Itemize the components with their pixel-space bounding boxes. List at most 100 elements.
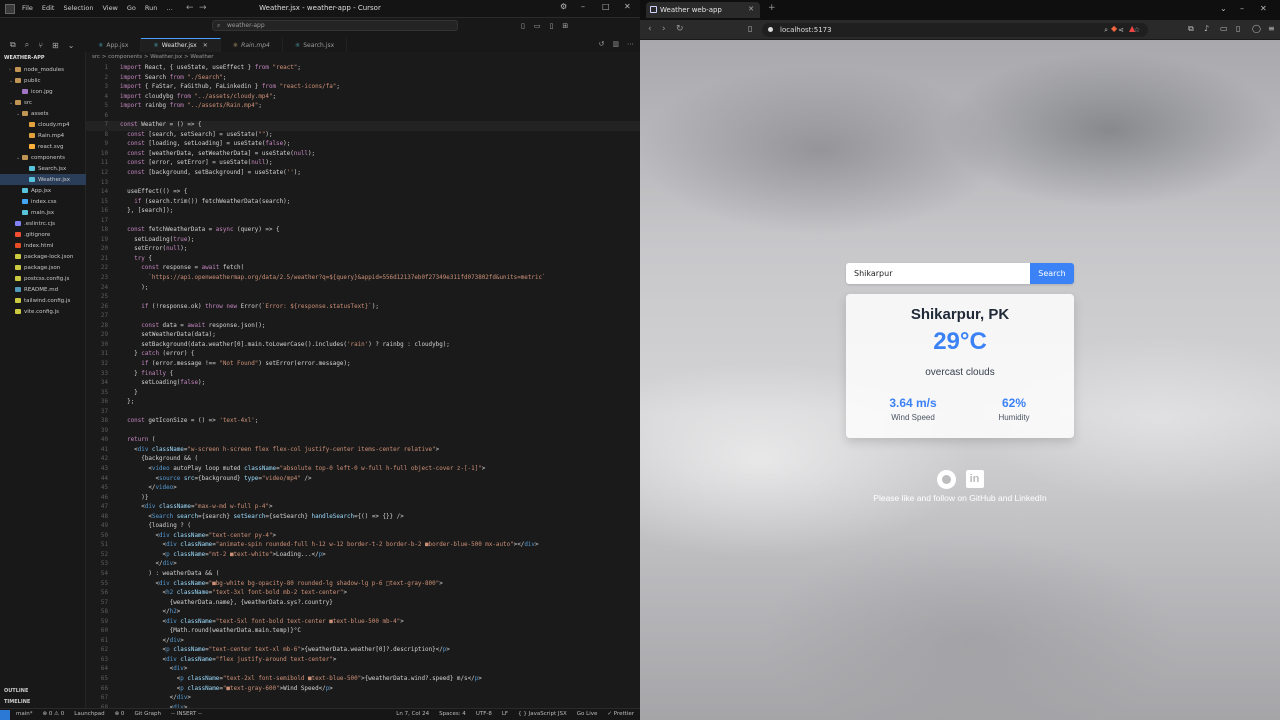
tree-folder[interactable]: ⌄ src bbox=[0, 97, 86, 108]
tree-file[interactable]: postcss.config.js bbox=[0, 273, 86, 284]
line-number: 9 bbox=[104, 141, 108, 148]
status-item[interactable]: ⊗ 0 ⚠ 0 bbox=[43, 711, 65, 717]
zoom-icon[interactable]: ⌕ bbox=[1104, 26, 1108, 35]
tree-file[interactable]: package.json bbox=[0, 262, 86, 273]
tree-file[interactable]: Search.jsx bbox=[0, 163, 86, 174]
tab-close-icon[interactable]: ✕ bbox=[748, 5, 754, 13]
timeline-section[interactable]: TIMELINE bbox=[4, 699, 30, 705]
code-text: const Weather = () => { bbox=[120, 122, 202, 129]
city-search-input[interactable]: Shikarpur bbox=[846, 263, 1030, 284]
chevron-down-icon[interactable]: ⌄ bbox=[68, 41, 75, 50]
close-icon[interactable]: ✕ bbox=[1260, 4, 1267, 13]
code-line: 48 <Search search={search} setSearch={se… bbox=[86, 513, 640, 523]
extensions-icon[interactable]: ⊞ bbox=[52, 41, 59, 50]
remote-indicator-icon[interactable] bbox=[0, 710, 10, 720]
code-line: 37 bbox=[86, 408, 640, 418]
tree-file[interactable]: index.html bbox=[0, 240, 86, 251]
editor-tab[interactable]: ⚛ Search.jsx bbox=[283, 38, 348, 52]
status-item[interactable]: Spaces: 4 bbox=[439, 711, 466, 717]
minimize-icon[interactable]: – bbox=[1240, 4, 1244, 13]
files-icon[interactable]: ⧉ bbox=[10, 40, 16, 50]
tree-file[interactable]: tailwind.config.js bbox=[0, 295, 86, 306]
file-tree: › node_modules ⌄ public icon.jpg ⌄ src ⌄ assets c… bbox=[0, 64, 86, 317]
close-icon[interactable]: ✕ bbox=[624, 2, 631, 11]
brave-shields-icon[interactable]: ◆ bbox=[1111, 24, 1117, 33]
search-icon[interactable]: ⌕ bbox=[25, 40, 29, 50]
bookmark-icon[interactable]: ▯ bbox=[748, 24, 752, 33]
tree-file[interactable]: .eslintrc.cjs bbox=[0, 218, 86, 229]
code-line: 52 <p className="mt-2 ■text-white">Loadi… bbox=[86, 551, 640, 561]
settings-icon[interactable]: ⚙ bbox=[560, 2, 567, 11]
command-search-input[interactable]: ⌕ weather-app bbox=[212, 20, 458, 31]
menu-icon[interactable]: ≡ bbox=[1268, 24, 1275, 33]
share-icon[interactable]: ⋖ bbox=[1118, 26, 1124, 34]
status-item[interactable]: Launchpad bbox=[74, 711, 104, 717]
url-bar[interactable]: localhost:5173 ⌕ ⋖ ☆ bbox=[762, 23, 1148, 37]
status-item[interactable]: Go Live bbox=[577, 711, 598, 717]
status-item[interactable]: Git Graph bbox=[134, 711, 161, 717]
status-item[interactable]: ✓ Prettier bbox=[607, 711, 634, 717]
status-item[interactable]: Ln 7, Col 24 bbox=[396, 711, 429, 717]
tree-file[interactable]: cloudy.mp4 bbox=[0, 119, 86, 130]
github-icon[interactable] bbox=[936, 470, 956, 489]
code-line: 24 ); bbox=[86, 284, 640, 294]
profile-icon[interactable]: ◯ bbox=[1252, 24, 1261, 33]
linkedin-icon[interactable]: in bbox=[965, 470, 984, 488]
tree-file[interactable]: icon.jpg bbox=[0, 86, 86, 97]
status-item[interactable]: ⊗ 0 bbox=[115, 711, 125, 717]
minimize-icon[interactable]: – bbox=[581, 2, 585, 11]
editor-tab[interactable]: ⚛ Rain.mp4 bbox=[221, 38, 283, 52]
code-line: 66 <p className="■text-gray-600">Wind Sp… bbox=[86, 685, 640, 695]
tree-folder[interactable]: ⌄ assets bbox=[0, 108, 86, 119]
tree-file[interactable]: Rain.mp4 bbox=[0, 130, 86, 141]
toggle-sidebar-icon[interactable]: ▯ bbox=[521, 22, 525, 30]
line-number: 48 bbox=[100, 513, 108, 520]
search-button[interactable]: Search bbox=[1030, 263, 1074, 284]
brave-rewards-icon[interactable]: ▲ bbox=[1129, 24, 1135, 33]
tree-file[interactable]: vite.config.js bbox=[0, 306, 86, 317]
editor-tab[interactable]: ⚛ App.jsx bbox=[86, 38, 142, 52]
more-actions-icon[interactable]: ⋯ bbox=[627, 40, 634, 48]
customize-layout-icon[interactable]: ⊞ bbox=[562, 22, 568, 30]
wallet-icon[interactable]: ▭ bbox=[1220, 24, 1228, 33]
status-item[interactable]: -- INSERT -- bbox=[171, 711, 202, 717]
tree-folder[interactable]: ⌄ public bbox=[0, 75, 86, 86]
split-editor-icon[interactable]: ▥ bbox=[612, 40, 619, 48]
tree-file[interactable]: App.jsx bbox=[0, 185, 86, 196]
tree-file[interactable]: main.jsx bbox=[0, 207, 86, 218]
maximize-icon[interactable]: □ bbox=[602, 2, 610, 11]
chevron-down-icon[interactable]: ⌄ bbox=[1220, 4, 1227, 13]
tree-file[interactable]: index.css bbox=[0, 196, 86, 207]
tab-close-icon[interactable]: ✕ bbox=[203, 42, 208, 49]
tree-file[interactable]: Weather.jsx bbox=[0, 174, 86, 185]
editor-tab[interactable]: ⚛ Weather.jsx ✕ bbox=[141, 38, 221, 52]
status-item[interactable]: LF bbox=[502, 711, 508, 717]
site-info-icon[interactable] bbox=[768, 27, 773, 32]
tree-folder[interactable]: ⌄ components bbox=[0, 152, 86, 163]
source-control-icon[interactable]: ⑂ bbox=[38, 41, 43, 50]
code-view[interactable]: 1 import React, { useState, useEffect } f… bbox=[86, 64, 640, 708]
tree-file[interactable]: .gitignore bbox=[0, 229, 86, 240]
extensions-icon[interactable]: ⧉ bbox=[1188, 24, 1194, 34]
tree-file[interactable]: react.svg bbox=[0, 141, 86, 152]
tree-file[interactable]: README.md bbox=[0, 284, 86, 295]
breadcrumb[interactable]: src > components > Weather.jsx > Weather bbox=[92, 54, 214, 60]
outline-section[interactable]: OUTLINE bbox=[4, 688, 28, 694]
new-tab-icon[interactable]: + bbox=[768, 3, 776, 13]
code-text: } bbox=[120, 389, 138, 396]
status-item[interactable]: { } JavaScript JSX bbox=[518, 711, 567, 717]
jsx-icon bbox=[22, 188, 28, 193]
tree-file[interactable]: package-lock.json bbox=[0, 251, 86, 262]
status-item[interactable]: UTF-8 bbox=[476, 711, 492, 717]
back-icon[interactable]: ‹ bbox=[648, 24, 652, 34]
toggle-panel-icon[interactable]: ▭ bbox=[534, 22, 541, 30]
sidebar-icon[interactable]: ▯ bbox=[1236, 24, 1240, 33]
forward-icon[interactable]: › bbox=[662, 24, 666, 34]
status-item[interactable]: main* bbox=[16, 711, 33, 717]
toggle-secondary-icon[interactable]: ▯ bbox=[549, 22, 553, 30]
browser-tab[interactable]: Weather web-app ✕ bbox=[646, 2, 760, 18]
reload-icon[interactable]: ↻ bbox=[676, 24, 684, 34]
history-icon[interactable]: ↺ bbox=[599, 40, 605, 48]
tree-folder[interactable]: › node_modules bbox=[0, 64, 86, 75]
media-icon[interactable]: ♪ bbox=[1204, 24, 1209, 33]
